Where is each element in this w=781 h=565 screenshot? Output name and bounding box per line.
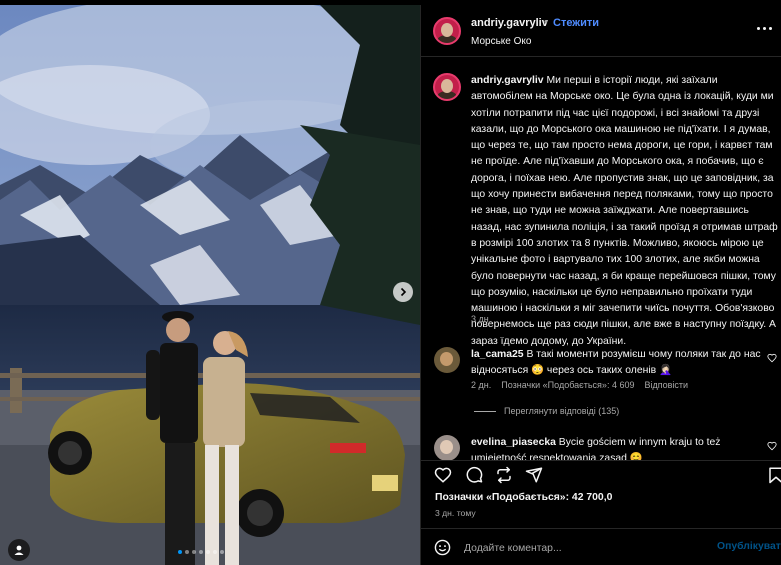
comment-meta: 2 дн. Позначки «Подобається»: 4 609 Відп… <box>471 380 688 390</box>
carousel-dot <box>185 550 189 554</box>
view-replies-button[interactable]: Переглянути відповіді (135) <box>474 406 619 416</box>
post-details-panel: andriy.gavryliv • Стежити Морське Око an… <box>420 5 781 565</box>
comment-avatar[interactable] <box>434 347 460 373</box>
likes-count[interactable]: Позначки «Подобається»: 42 700,0 <box>435 492 612 503</box>
carousel-dot <box>213 550 217 554</box>
carousel-dot <box>206 550 210 554</box>
more-horizontal-icon <box>757 26 760 30</box>
post-header: andriy.gavryliv • Стежити Морське Око <box>421 5 781 57</box>
caption-time[interactable]: 3 дн. <box>471 314 491 324</box>
photo-scene <box>0 5 420 565</box>
carousel-dot <box>199 550 203 554</box>
share-button[interactable] <box>525 466 543 484</box>
caption-text: Ми перші в історії люди, які заїхали авт… <box>471 75 778 347</box>
carousel-dot <box>178 550 182 554</box>
heart-icon[interactable] <box>767 353 777 363</box>
follow-button[interactable]: Стежити <box>553 17 599 29</box>
replies-divider <box>474 410 496 412</box>
tagged-users-button[interactable] <box>8 539 30 561</box>
caption-avatar[interactable] <box>433 73 461 101</box>
reply-button[interactable]: Відповісти <box>644 380 688 390</box>
post-actions <box>421 460 781 488</box>
emoji-icon[interactable] <box>434 539 451 556</box>
view-replies-label: Переглянути відповіді (135) <box>504 406 620 416</box>
comment-username[interactable]: la_cama25 <box>471 349 524 360</box>
repost-icon <box>497 466 511 484</box>
comment-likes[interactable]: Позначки «Подобається»: 4 609 <box>501 380 634 390</box>
header-separator: • <box>544 16 548 28</box>
add-comment-bar: Опублікувати <box>421 528 781 565</box>
comment-avatar[interactable] <box>434 435 460 460</box>
author-avatar[interactable] <box>433 17 461 45</box>
repost-button[interactable] <box>495 466 513 484</box>
comment-button[interactable] <box>465 466 483 484</box>
post-timestamp[interactable]: 3 дн. тому <box>435 508 476 518</box>
share-icon <box>525 467 543 483</box>
comments-list[interactable]: andriy.gavryliv Ми перші в історії люди,… <box>421 57 781 460</box>
comment-text: la_cama25 В такі моменти розумієш чому п… <box>471 347 771 379</box>
caption-username[interactable]: andriy.gavryliv <box>471 75 544 86</box>
save-button[interactable] <box>768 466 781 484</box>
publish-button[interactable]: Опублікувати <box>717 541 781 552</box>
carousel-dot <box>220 550 224 554</box>
post-photo[interactable] <box>0 5 420 565</box>
bookmark-icon <box>769 467 781 484</box>
post-location[interactable]: Морське Око <box>471 36 531 47</box>
author-username[interactable]: andriy.gavryliv <box>471 17 548 29</box>
user-icon <box>14 545 24 555</box>
next-photo-button[interactable] <box>393 282 413 302</box>
comment-time[interactable]: 2 дн. <box>471 380 491 390</box>
comment-icon <box>466 466 483 483</box>
post-caption: andriy.gavryliv Ми перші в історії люди,… <box>471 73 781 350</box>
comment-username[interactable]: evelina_piasecka <box>471 437 556 448</box>
carousel-dots <box>178 550 224 554</box>
more-options-button[interactable] <box>757 22 777 34</box>
heart-icon <box>434 467 452 483</box>
carousel-dot <box>192 550 196 554</box>
comment-text: evelina_piasecka Bycie gościem w innym k… <box>471 435 761 460</box>
heart-icon[interactable] <box>767 441 777 451</box>
like-button[interactable] <box>434 466 452 484</box>
instagram-post-view: andriy.gavryliv • Стежити Морське Око an… <box>0 0 781 565</box>
chevron-right-icon <box>400 287 407 297</box>
comment-input[interactable] <box>464 538 694 558</box>
